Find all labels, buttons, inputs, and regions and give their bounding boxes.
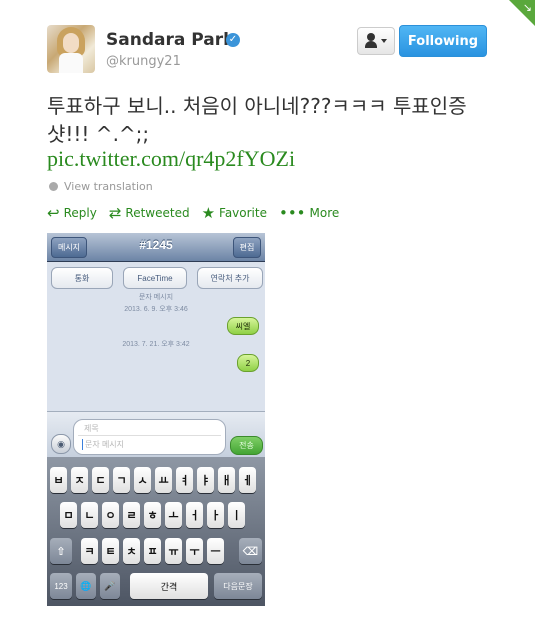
- key: ㅅ: [134, 467, 151, 493]
- key: ㅌ: [102, 538, 119, 564]
- key: ㅜ: [186, 538, 203, 564]
- phone-navbar: 메시지 #1245 편집: [47, 233, 265, 262]
- compose-bar: ◉ 제목 문자 메시지 전송: [47, 411, 265, 458]
- timestamp-1: 2013. 6. 9. 오후 3:46: [124, 306, 188, 313]
- key: ㅑ: [197, 467, 214, 493]
- camera-icon: ◉: [51, 434, 71, 454]
- key: ㅓ: [186, 502, 203, 528]
- key: ㅏ: [207, 502, 224, 528]
- favorite-label: Favorite: [219, 206, 267, 220]
- favorite-button[interactable]: ★ Favorite: [202, 204, 267, 222]
- view-translation-link[interactable]: View translation: [49, 180, 153, 193]
- message-type-label: 문자 메시지: [138, 294, 174, 301]
- key: ㅔ: [239, 467, 256, 493]
- key: ㄴ: [81, 502, 98, 528]
- following-button[interactable]: Following: [399, 25, 487, 57]
- key: ㄷ: [92, 467, 109, 493]
- call-pill: 통화: [51, 267, 113, 289]
- key: ㄹ: [123, 502, 140, 528]
- message-field: 제목 문자 메시지: [73, 419, 226, 455]
- return-key: 다음문장: [214, 573, 262, 599]
- tweet-text: 투표하구 보니.. 처음이 아니네???ㅋㅋㅋ 투표인증샷!!! ^.^;;: [47, 94, 467, 146]
- subject-placeholder: 제목: [84, 424, 99, 433]
- key: ㅊ: [123, 538, 140, 564]
- avatar[interactable]: [47, 25, 95, 73]
- key: ㅡ: [207, 538, 224, 564]
- retweet-label: Retweeted: [125, 206, 190, 220]
- avatar-dress: [59, 53, 83, 73]
- key: ㅈ: [71, 467, 88, 493]
- globe-icon: [49, 182, 58, 191]
- retweet-icon: ⇄: [108, 204, 122, 222]
- user-actions-dropdown-button[interactable]: [357, 27, 395, 55]
- globe-key-icon: 🌐: [76, 573, 96, 599]
- key: ㄱ: [113, 467, 130, 493]
- message-bubble-1: 씨엘: [227, 317, 259, 335]
- corner-arrow-icon[interactable]: ↘: [523, 2, 532, 13]
- more-button[interactable]: ••• More: [279, 204, 339, 222]
- tweet-actions: ↩ Reply ⇄ Retweeted ★ Favorite ••• More: [47, 204, 351, 222]
- phone-keyboard: ㅂ ㅈ ㄷ ㄱ ㅅ ㅛ ㅕ ㅑ ㅐ ㅔ ㅁ ㄴ ㅇ ㄹ ㅎ ㅗ ㅓ ㅏ ㅣ ⇧ …: [47, 457, 265, 606]
- key: ㅛ: [155, 467, 172, 493]
- reply-label: Reply: [63, 206, 97, 220]
- space-key: 간격: [130, 573, 208, 599]
- microphone-key-icon: 🎤: [100, 573, 120, 599]
- user-icon-body: [365, 41, 377, 48]
- view-translation-label: View translation: [64, 180, 153, 193]
- key: ㅍ: [144, 538, 161, 564]
- key: ㅋ: [81, 538, 98, 564]
- facetime-pill: FaceTime: [123, 267, 187, 289]
- chevron-down-icon: [381, 39, 387, 43]
- edit-button: 편집: [233, 237, 261, 258]
- body-placeholder: 문자 메시지: [82, 439, 124, 450]
- key: ㅗ: [165, 502, 182, 528]
- add-contact-pill: 연락처 추가: [197, 267, 263, 289]
- key: ㅇ: [102, 502, 119, 528]
- retweet-button[interactable]: ⇄ Retweeted: [109, 204, 190, 222]
- avatar-face: [63, 33, 79, 53]
- key: ㅁ: [60, 502, 77, 528]
- numbers-key: 123: [50, 573, 72, 599]
- more-label: More: [309, 206, 340, 220]
- user-icon-head: [367, 33, 375, 41]
- key: ㅎ: [144, 502, 161, 528]
- timestamp-2: 2013. 7. 21. 오후 3:42: [122, 341, 190, 348]
- delete-key-icon: ⌫: [239, 538, 262, 564]
- reply-icon: ↩: [47, 204, 60, 222]
- key: ㅣ: [228, 502, 245, 528]
- message-bubble-2: 2: [237, 354, 259, 372]
- key: ㅕ: [176, 467, 193, 493]
- tweet-photo-screenshot[interactable]: 메시지 #1245 편집 통화 FaceTime 연락처 추가 문자 메시지 2…: [47, 233, 265, 606]
- star-icon: ★: [201, 204, 216, 222]
- display-name[interactable]: Sandara Park: [106, 30, 234, 50]
- user-handle[interactable]: @krungy21: [106, 54, 181, 69]
- key: ㅠ: [165, 538, 182, 564]
- send-button: 전송: [230, 436, 263, 455]
- more-icon: •••: [278, 204, 306, 222]
- reply-button[interactable]: ↩ Reply: [47, 204, 97, 222]
- field-divider: [78, 435, 221, 436]
- key: ㅐ: [218, 467, 235, 493]
- shift-key-icon: ⇧: [50, 538, 72, 564]
- key: ㅂ: [50, 467, 67, 493]
- tweet-media-link[interactable]: pic.twitter.com/qr4p2fYOZi: [47, 146, 295, 172]
- verified-badge-icon: ✓: [226, 33, 240, 47]
